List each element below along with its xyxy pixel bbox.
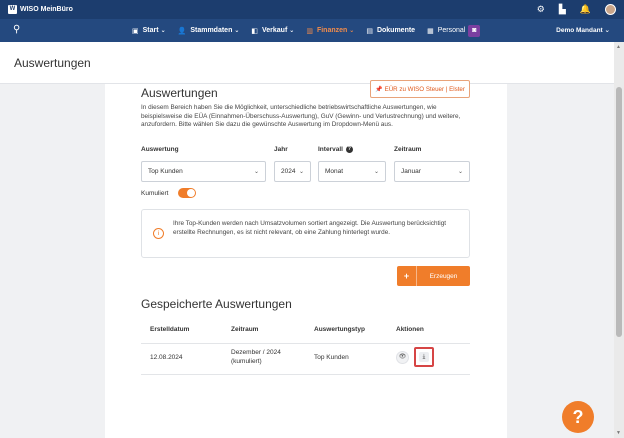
column-header-erstelldatum: Erstelldatum (150, 326, 190, 333)
nav-item-dokumente[interactable]: ▤ Dokumente (366, 27, 415, 35)
scroll-down-icon[interactable]: ▼ (616, 430, 621, 436)
gear-icon[interactable]: ⚙ (537, 5, 545, 14)
personal-icon: ▦ (427, 27, 434, 35)
app-name: WISO MeinBüro (20, 6, 73, 13)
auswertung-label: Auswertung (141, 146, 179, 153)
chevron-down-icon: ⌄ (298, 169, 304, 175)
content-panel (105, 84, 507, 438)
intervall-select[interactable]: Monat ⌄ (318, 161, 386, 182)
jahr-label: Jahr (274, 146, 288, 153)
saved-reports-title: Gespeicherte Auswertungen (141, 297, 292, 311)
cell-zeitraum-line2: (kumuliert) (231, 357, 262, 365)
nav-item-stammdaten[interactable]: 👤 Stammdaten ⌄ (178, 27, 240, 35)
finance-icon: ▥ (306, 27, 313, 35)
auswertung-value: Top Kunden (148, 168, 183, 175)
org-icon[interactable]: ▙ (559, 5, 566, 14)
nav-item-start[interactable]: ▣ Start ⌄ (132, 27, 166, 35)
column-header-auswertungstyp: Auswertungstyp (314, 326, 365, 333)
nav-item-label: Dokumente (376, 27, 416, 34)
invoice-icon: ◧ (251, 27, 258, 35)
column-header-zeitraum: Zeitraum (231, 326, 259, 333)
table-divider (141, 374, 470, 375)
nav-item-personal[interactable]: ▦ Personal ◙ (427, 24, 481, 37)
page-title: Auswertungen (14, 56, 91, 70)
download-icon: ⤓ (419, 352, 429, 362)
chevron-down-icon: ⌄ (289, 28, 295, 34)
column-header-aktionen: Aktionen (396, 326, 424, 333)
avatar[interactable] (605, 4, 616, 15)
jahr-value: 2024 (281, 168, 296, 175)
mandant-label: Demo Mandant (556, 27, 603, 34)
scrollbar[interactable]: ▲ ▼ (614, 42, 624, 438)
intervall-label-text: Intervall (318, 146, 343, 154)
download-button[interactable]: ⤓ (414, 347, 434, 367)
cell-zeitraum: Dezember / 2024 (kumuliert) (231, 349, 281, 366)
nav-item-label: Start (142, 27, 159, 34)
euer-wiso-steuer-button[interactable]: 📌 EÜR zu WISO Steuer | Elster (370, 80, 470, 98)
info-box: i Ihre Top-Kunden werden nach Umsatzvolu… (141, 209, 470, 258)
chevron-down-icon: ⌄ (160, 28, 166, 34)
chevron-down-icon: ⌄ (604, 27, 610, 34)
plus-icon: + (397, 266, 417, 286)
auswertung-select[interactable]: Top Kunden ⌄ (141, 161, 266, 182)
chevron-down-icon: ⌄ (373, 169, 379, 175)
start-icon: ▣ (132, 27, 139, 35)
nav-item-label: Stammdaten (190, 27, 233, 34)
pin-icon: 📌 (375, 86, 383, 93)
chevron-down-icon: ⌄ (457, 169, 463, 175)
chevron-down-icon: ⌄ (253, 169, 259, 175)
erzeugen-label: Erzeugen (429, 272, 458, 280)
mandant-selector[interactable]: Demo Mandant ⌄ (556, 26, 610, 34)
personal-badge-icon: ◙ (468, 24, 481, 37)
nav-item-label: Finanzen (316, 27, 348, 34)
intervall-label: Intervall? (318, 146, 353, 153)
chevron-down-icon: ⌄ (234, 28, 240, 34)
cell-auswertungstyp: Top Kunden (314, 354, 349, 361)
toggle-knob (187, 189, 195, 197)
page-header: Auswertungen (0, 42, 614, 84)
top-bar: W WISO MeinBüro ⚙ ▙ 🔔 (0, 0, 624, 19)
info-icon: i (153, 228, 164, 239)
nav-item-label: Verkauf (262, 27, 288, 34)
nav-item-label: Personal (437, 27, 466, 34)
intro-text: In diesem Bereich haben Sie die Möglichk… (141, 104, 461, 128)
bell-icon[interactable]: 🔔 (580, 5, 591, 14)
view-button[interactable]: 👁 (396, 351, 409, 364)
zeitraum-label: Zeitraum (394, 146, 422, 153)
kumuliert-label: Kumuliert (141, 190, 169, 197)
document-icon: ▤ (366, 27, 373, 35)
zeitraum-value: Januar (401, 168, 421, 175)
help-button[interactable]: ? (562, 401, 594, 433)
cell-zeitraum-line1: Dezember / 2024 (231, 349, 281, 356)
scroll-up-icon[interactable]: ▲ (616, 44, 621, 50)
kumuliert-toggle[interactable] (178, 188, 196, 198)
search-icon[interactable]: ⚲ (13, 24, 20, 35)
top-icons: ⚙ ▙ 🔔 (537, 4, 616, 15)
intervall-value: Monat (325, 168, 344, 175)
euer-wiso-steuer-label: EÜR zu WISO Steuer | Elster (384, 85, 465, 93)
user-icon: 👤 (177, 27, 187, 35)
main-nav: ⚲ ▣ Start ⌄ 👤 Stammdaten ⌄ ◧ Verkauf ⌄ ▥… (0, 19, 624, 42)
scroll-thumb[interactable] (616, 87, 622, 337)
erzeugen-button[interactable]: + Erzeugen (397, 266, 470, 286)
zeitraum-select[interactable]: Januar ⌄ (394, 161, 470, 182)
app-logo[interactable]: W WISO MeinBüro (8, 5, 73, 14)
table-divider (141, 343, 470, 344)
help-icon[interactable]: ? (345, 146, 353, 153)
jahr-select[interactable]: 2024 ⌄ (274, 161, 311, 182)
logo-mark: W (8, 5, 17, 14)
info-text: Ihre Top-Kunden werden nach Umsatzvolume… (173, 220, 447, 236)
nav-item-finanzen[interactable]: ▥ Finanzen ⌄ (306, 27, 354, 35)
nav-items: ▣ Start ⌄ 👤 Stammdaten ⌄ ◧ Verkauf ⌄ ▥ F… (132, 19, 492, 42)
chevron-down-icon: ⌄ (349, 28, 355, 34)
nav-item-verkauf[interactable]: ◧ Verkauf ⌄ (251, 27, 294, 35)
eye-icon: 👁 (398, 354, 407, 360)
cell-erstelldatum: 12.08.2024 (150, 354, 183, 361)
section-title: Auswertungen (141, 86, 218, 100)
